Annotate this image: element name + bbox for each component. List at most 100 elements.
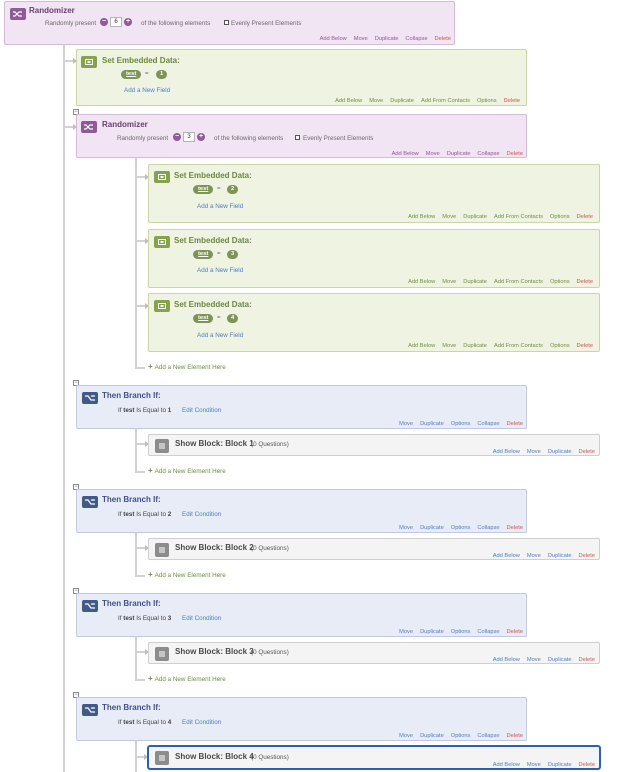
branch-block-1[interactable]: Then Branch If: If test Is Equal to 1 Ed… — [76, 385, 527, 429]
collapse-link[interactable]: Collapse — [477, 733, 499, 739]
add-below-link[interactable]: Add Below — [493, 449, 520, 455]
move-link[interactable]: Move — [399, 629, 413, 635]
duplicate-link[interactable]: Duplicate — [420, 421, 444, 427]
field-name-pill[interactable]: test — [193, 250, 214, 259]
add-from-contacts-link[interactable]: Add From Contacts — [421, 98, 470, 104]
count-input[interactable]: 3 — [183, 132, 195, 142]
move-link[interactable]: Move — [527, 657, 541, 663]
field-value-pill[interactable]: 3 — [227, 250, 239, 259]
move-link[interactable]: Move — [527, 762, 541, 768]
delete-link[interactable]: Delete — [579, 657, 595, 663]
delete-link[interactable]: Delete — [504, 98, 520, 104]
options-link[interactable]: Options — [451, 421, 471, 427]
randomizer-block-top[interactable]: Randomizer Randomly present − 6 + of the… — [4, 1, 455, 45]
edit-condition-link[interactable]: Edit Condition — [182, 511, 221, 518]
collapse-link[interactable]: Collapse — [477, 629, 499, 635]
show-block-4[interactable]: Show Block: Block 4 (0 Questions) Add Be… — [148, 746, 600, 769]
field-name-pill[interactable]: test — [193, 314, 214, 323]
edit-condition-link[interactable]: Edit Condition — [182, 615, 221, 622]
options-link[interactable]: Options — [451, 733, 471, 739]
add-below-link[interactable]: Add Below — [408, 279, 435, 285]
add-from-contacts-link[interactable]: Add From Contacts — [494, 343, 543, 349]
field-name-pill[interactable]: test — [121, 70, 142, 79]
duplicate-link[interactable]: Duplicate — [463, 214, 487, 220]
add-new-field-link[interactable]: Add a New Field — [197, 332, 243, 339]
duplicate-link[interactable]: Duplicate — [548, 553, 572, 559]
branch-block-3[interactable]: Then Branch If: If test Is Equal to 3 Ed… — [76, 593, 527, 637]
collapse-link[interactable]: Collapse — [477, 421, 499, 427]
add-from-contacts-link[interactable]: Add From Contacts — [494, 279, 543, 285]
delete-link[interactable]: Delete — [577, 343, 593, 349]
add-below-link[interactable]: Add Below — [408, 343, 435, 349]
add-below-link[interactable]: Add Below — [408, 214, 435, 220]
add-new-element-link[interactable]: + Add a New Element Here — [148, 674, 226, 683]
collapse-link[interactable]: Collapse — [405, 36, 427, 42]
add-new-element-link[interactable]: + Add a New Element Here — [148, 362, 226, 371]
embedded-data-block-4[interactable]: Set Embedded Data: test = 4 Add a New Fi… — [148, 293, 600, 352]
move-link[interactable]: Move — [442, 214, 456, 220]
field-value-pill[interactable]: 1 — [156, 70, 168, 79]
duplicate-link[interactable]: Duplicate — [420, 525, 444, 531]
show-block-1[interactable]: Show Block: Block 1 (0 Questions) Add Be… — [148, 434, 600, 456]
branch-block-4[interactable]: Then Branch If: If test Is Equal to 4 Ed… — [76, 697, 527, 741]
add-new-field-link[interactable]: Add a New Field — [124, 87, 170, 94]
add-new-field-link[interactable]: Add a New Field — [197, 267, 243, 274]
field-value-pill[interactable]: 4 — [227, 314, 239, 323]
delete-link[interactable]: Delete — [577, 214, 593, 220]
delete-link[interactable]: Delete — [507, 151, 523, 157]
move-link[interactable]: Move — [442, 279, 456, 285]
embedded-data-block-3[interactable]: Set Embedded Data: test = 3 Add a New Fi… — [148, 229, 600, 288]
add-new-field-link[interactable]: Add a New Field — [197, 203, 243, 210]
options-link[interactable]: Options — [550, 343, 570, 349]
count-stepper[interactable]: − 3 + — [173, 132, 205, 142]
edit-condition-link[interactable]: Edit Condition — [182, 407, 221, 414]
branch-block-2[interactable]: Then Branch If: If test Is Equal to 2 Ed… — [76, 489, 527, 533]
move-link[interactable]: Move — [527, 449, 541, 455]
embedded-data-block-2[interactable]: Set Embedded Data: test = 2 Add a New Fi… — [148, 164, 600, 223]
add-below-link[interactable]: Add Below — [392, 151, 419, 157]
move-link[interactable]: Move — [399, 525, 413, 531]
delete-link[interactable]: Delete — [579, 762, 595, 768]
duplicate-link[interactable]: Duplicate — [463, 343, 487, 349]
embedded-data-block-1[interactable]: Set Embedded Data: test = 1 Add a New Fi… — [76, 49, 527, 106]
show-block-3[interactable]: Show Block: Block 3 (0 Questions) Add Be… — [148, 642, 600, 664]
randomizer-block-inner[interactable]: Randomizer Randomly present − 3 + of the… — [76, 114, 527, 158]
add-new-element-link[interactable]: + Add a New Element Here — [148, 466, 226, 475]
delete-link[interactable]: Delete — [507, 421, 523, 427]
increment-button[interactable]: + — [197, 133, 205, 141]
add-from-contacts-link[interactable]: Add From Contacts — [494, 214, 543, 220]
field-value-pill[interactable]: 2 — [227, 185, 239, 194]
options-link[interactable]: Options — [477, 98, 497, 104]
add-new-element-link[interactable]: + Add a New Element Here — [148, 570, 226, 579]
evenly-present-checkbox[interactable] — [224, 20, 229, 25]
duplicate-link[interactable]: Duplicate — [420, 733, 444, 739]
add-below-link[interactable]: Add Below — [493, 762, 520, 768]
duplicate-link[interactable]: Duplicate — [548, 762, 572, 768]
add-below-link[interactable]: Add Below — [493, 553, 520, 559]
options-link[interactable]: Options — [451, 629, 471, 635]
delete-link[interactable]: Delete — [579, 553, 595, 559]
delete-link[interactable]: Delete — [507, 525, 523, 531]
edit-condition-link[interactable]: Edit Condition — [182, 719, 221, 726]
decrement-button[interactable]: − — [100, 18, 108, 26]
options-link[interactable]: Options — [550, 279, 570, 285]
move-link[interactable]: Move — [399, 733, 413, 739]
delete-link[interactable]: Delete — [507, 629, 523, 635]
move-link[interactable]: Move — [354, 36, 368, 42]
move-link[interactable]: Move — [442, 343, 456, 349]
duplicate-link[interactable]: Duplicate — [548, 449, 572, 455]
count-stepper[interactable]: − 6 + — [100, 17, 132, 27]
options-link[interactable]: Options — [550, 214, 570, 220]
duplicate-link[interactable]: Duplicate — [390, 98, 414, 104]
evenly-present-checkbox[interactable] — [295, 135, 300, 140]
increment-button[interactable]: + — [124, 18, 132, 26]
move-link[interactable]: Move — [426, 151, 440, 157]
add-below-link[interactable]: Add Below — [320, 36, 347, 42]
count-input[interactable]: 6 — [110, 17, 122, 27]
collapse-link[interactable]: Collapse — [477, 151, 499, 157]
field-name-pill[interactable]: test — [193, 185, 214, 194]
decrement-button[interactable]: − — [173, 133, 181, 141]
duplicate-link[interactable]: Duplicate — [420, 629, 444, 635]
show-block-2[interactable]: Show Block: Block 2 (0 Questions) Add Be… — [148, 538, 600, 560]
duplicate-link[interactable]: Duplicate — [548, 657, 572, 663]
